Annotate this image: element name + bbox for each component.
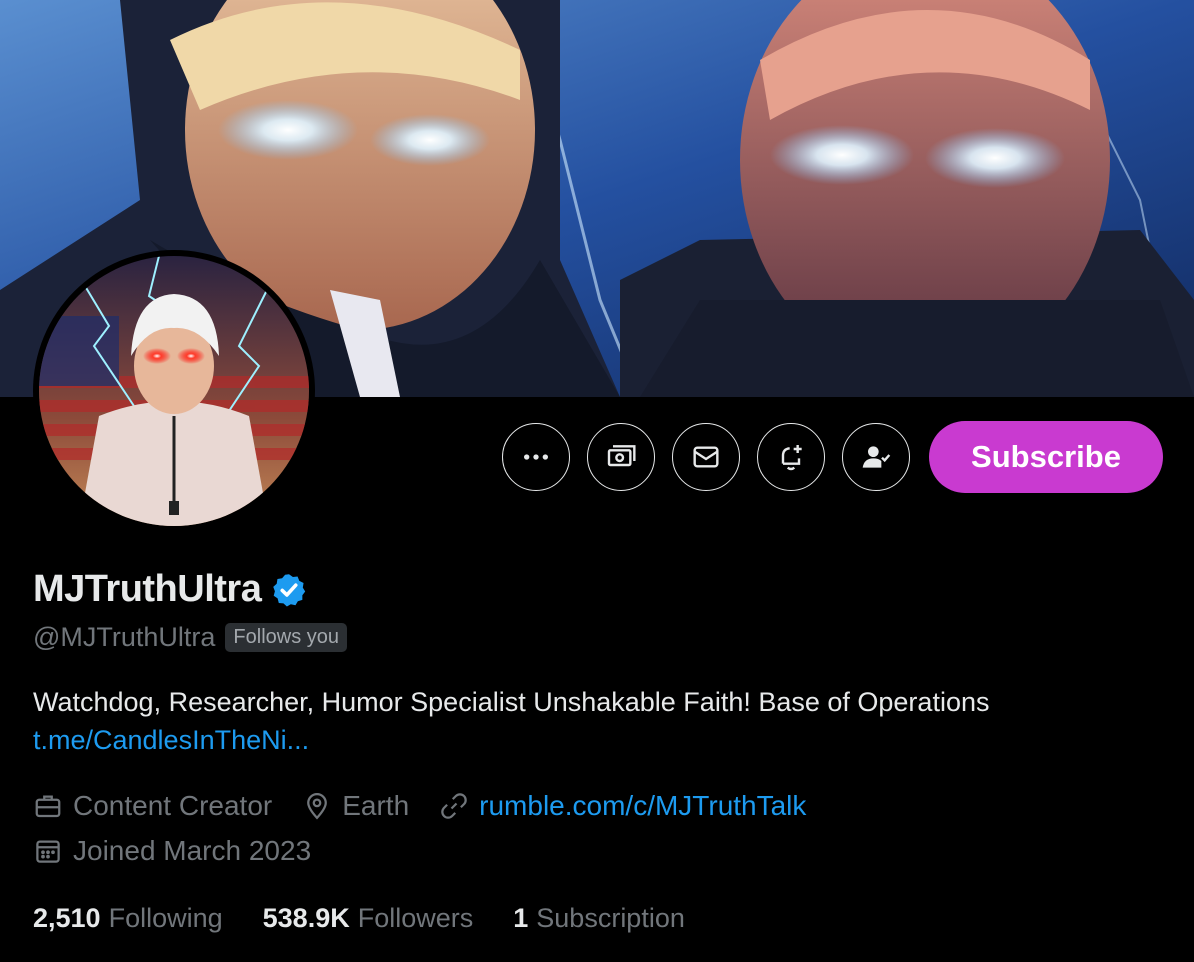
tip-icon: [607, 445, 636, 467]
category-item: Content Creator: [33, 790, 272, 822]
message-icon: [693, 446, 719, 468]
subscription-label: Subscription: [536, 903, 685, 933]
notify-icon: [781, 445, 802, 471]
website-item[interactable]: rumble.com/c/MJTruthTalk: [439, 790, 806, 822]
profile-bio: Watchdog, Researcher, Humor Specialist U…: [33, 683, 1163, 759]
location-icon: [307, 793, 328, 820]
subscription-count: 1: [513, 903, 529, 933]
followers-stat[interactable]: 538.9K Followers: [263, 903, 474, 934]
link-icon: [441, 793, 467, 819]
bio-link[interactable]: t.me/CandlesInTheNi...: [33, 721, 1163, 759]
user-handle: @MJTruthUltra: [33, 622, 216, 652]
profile-avatar[interactable]: [33, 250, 315, 532]
location-item: Earth: [302, 790, 409, 822]
following-button[interactable]: [842, 423, 910, 491]
profile-actions: Subscribe: [502, 421, 1163, 493]
subscribe-button[interactable]: Subscribe: [929, 421, 1163, 493]
verified-badge[interactable]: [271, 572, 307, 608]
following-count: 2,510: [33, 903, 101, 933]
more-button[interactable]: [502, 423, 570, 491]
message-button[interactable]: [672, 423, 740, 491]
followers-label: Followers: [357, 903, 474, 933]
more-icon: [524, 454, 548, 460]
profile-meta-joined: Joined March 2023: [33, 835, 311, 867]
following-label: Following: [108, 903, 223, 933]
follow-check-icon: [862, 446, 891, 468]
display-name: MJTruthUltra: [33, 568, 262, 610]
calendar-icon: [36, 840, 60, 863]
follows-you-badge: Follows you: [225, 623, 348, 652]
joined-item: Joined March 2023: [33, 835, 311, 867]
tip-button[interactable]: [587, 423, 655, 491]
category-label: Content Creator: [73, 790, 273, 821]
website-link[interactable]: rumble.com/c/MJTruthTalk: [479, 790, 806, 822]
following-stat[interactable]: 2,510 Following: [33, 903, 223, 934]
handle-row: @MJTruthUltra Follows you: [33, 622, 348, 653]
notify-button[interactable]: [757, 423, 825, 491]
followers-count: 538.9K: [262, 903, 350, 933]
verified-icon: [273, 573, 306, 606]
profile-meta: Content Creator Earth rumble.com/c/MJTru…: [33, 790, 806, 822]
profile-stats: 2,510 Following 538.9K Followers 1 Subsc…: [33, 903, 685, 934]
location-label: Earth: [342, 790, 410, 821]
subscription-stat[interactable]: 1 Subscription: [513, 903, 685, 934]
avatar-image: [39, 256, 309, 526]
briefcase-icon: [35, 795, 61, 818]
name-row: MJTruthUltra: [33, 568, 307, 611]
joined-label: Joined March 2023: [73, 835, 312, 866]
bio-text: Watchdog, Researcher, Humor Specialist U…: [33, 687, 990, 717]
